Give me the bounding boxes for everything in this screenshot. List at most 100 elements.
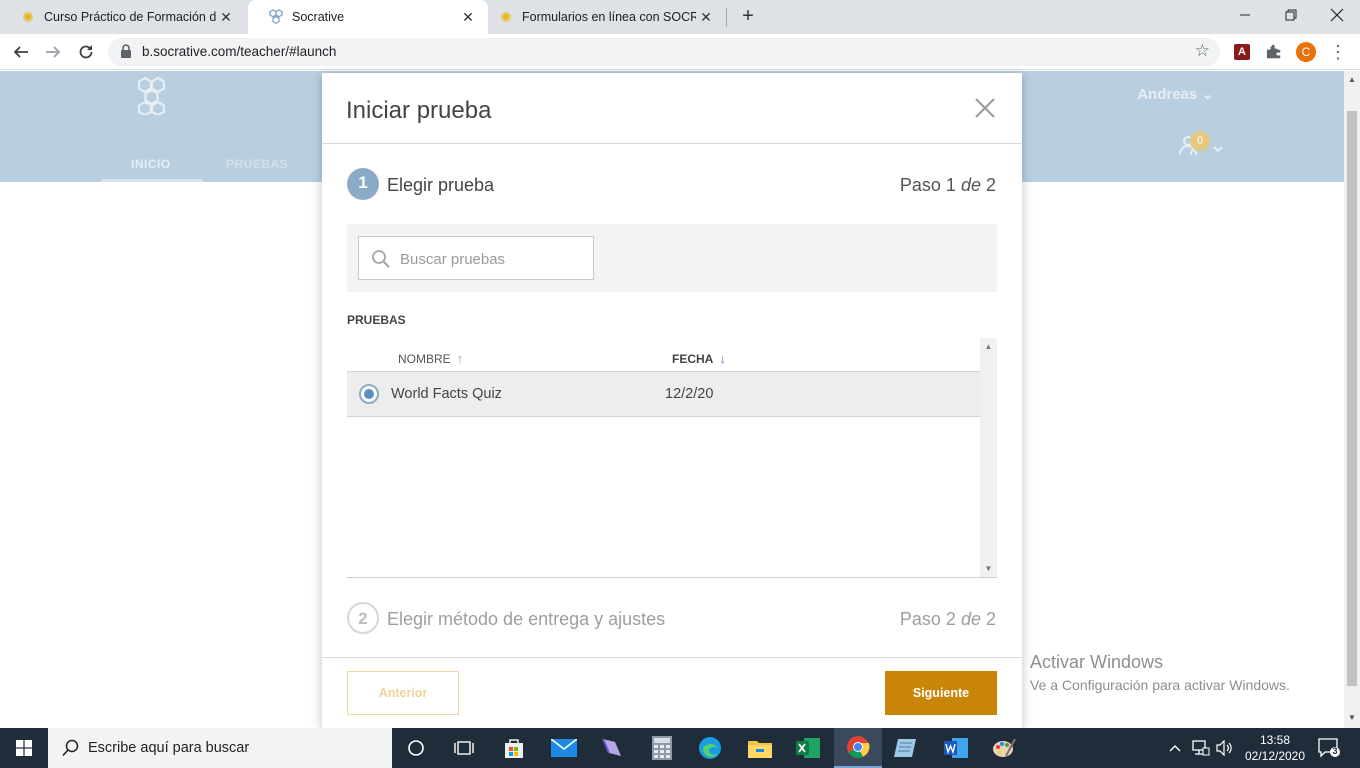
column-date-label: FECHA [672,351,714,366]
url-bar[interactable]: b.socrative.com/teacher/#launch ☆ [108,38,1220,66]
next-button[interactable]: Siguiente [885,671,997,715]
divider [322,143,1022,144]
scroll-up-icon[interactable]: ▲ [1344,75,1360,84]
minimize-button[interactable] [1222,0,1268,30]
step1-label: Elegir prueba [387,175,495,195]
close-tab-icon[interactable]: ✕ [698,9,714,25]
notes-app-icon[interactable] [882,728,930,768]
search-input[interactable] [400,247,580,271]
step2-label: Elegir método de entrega y ajustes [387,609,666,629]
user-menu[interactable]: Andreas ⌄ [1137,85,1214,103]
new-tab-button[interactable]: + [738,6,758,26]
address-bar: b.socrative.com/teacher/#launch ☆ A C ⋮ [0,34,1360,70]
launch-quiz-modal: Iniciar prueba 1 Elegir prueba Paso 1 de… [322,73,1022,728]
table-scrollbar[interactable]: ▲ ▼ [980,338,997,577]
calculator-icon[interactable] [638,728,686,768]
section-label: PRUEBAS [347,313,406,327]
browser-menu-icon[interactable]: ⋮ [1328,42,1348,62]
paint-icon[interactable] [980,728,1028,768]
sort-up-icon: ↑ [456,351,464,366]
column-name-label: NOMBRE [398,351,451,366]
tab-title: Socrative [292,10,345,24]
clock-date: 02/12/2020 [1244,749,1306,763]
close-tab-icon[interactable]: ✕ [460,9,476,25]
chevron-down-icon: ⌄ [1201,86,1214,103]
cortana-icon[interactable] [392,728,440,768]
forward-button[interactable] [42,41,64,63]
table-header: NOMBRE ↑ FECHA ↓ [347,338,980,372]
taskbar-search-text: Escribe aquí para buscar [88,740,250,756]
column-name-header[interactable]: NOMBRE ↑ [398,351,463,366]
taskbar-search[interactable]: Escribe aquí para buscar [48,728,392,768]
lock-icon [121,44,131,58]
browser-tab-socrative[interactable]: Socrative ✕ [248,0,488,34]
sun-favicon-icon: ✺ [22,8,34,25]
watermark-line2: Ve a Configuración para activar Windows. [1030,677,1290,693]
store-icon[interactable] [490,728,538,768]
url-text: b.socrative.com/teacher/#launch [142,44,337,59]
clock-time: 13:58 [1259,733,1291,747]
bookmark-star-icon[interactable]: ☆ [1195,41,1210,61]
watermark-line1: Activar Windows [1030,652,1164,672]
table-row[interactable]: World Facts Quiz 12/2/20 [347,372,980,417]
browser-tab-formularios[interactable]: ✺ Formularios en línea con SOCRATIVE ✕ [478,0,726,34]
windows-start-button[interactable] [0,728,48,768]
file-explorer-icon[interactable] [736,728,784,768]
word-icon[interactable] [932,728,980,768]
step1-count: Paso 1 de 2 [899,175,996,195]
restore-button[interactable] [1268,0,1314,30]
notification-count: 3 [1332,746,1338,756]
step2-count: Paso 2 de 2 [899,609,996,629]
quiz-table: NOMBRE ↑ FECHA ↓ World Facts Quiz 12/2/2… [347,338,997,578]
nav-tab-inicio[interactable]: INICIO [131,157,171,171]
browser-tab-curso[interactable]: ✺ Curso Práctico de Formación de Pr ✕ [0,0,246,34]
close-window-button[interactable] [1314,0,1360,30]
edge-icon[interactable] [686,728,734,768]
scroll-thumb[interactable] [1347,111,1357,686]
socrative-logo-icon [137,76,166,115]
windows-activation-watermark: Activar Windows Ve a Configuración para … [1030,652,1290,693]
close-icon[interactable] [972,95,998,121]
onenote-like-app-icon[interactable] [588,728,636,768]
tab-title: Curso Práctico de Formación de Pr [44,10,216,24]
browser-tab-bar: ✺ Curso Práctico de Formación de Pr ✕ So… [0,0,1360,34]
column-date-header[interactable]: FECHA ↓ [672,351,726,366]
scroll-down-icon[interactable]: ▼ [1344,713,1360,722]
scroll-down-icon[interactable]: ▼ [980,564,997,573]
chrome-icon[interactable] [834,728,882,768]
quiz-radio-selected[interactable] [359,384,379,404]
tab-separator [726,8,727,26]
scroll-up-icon[interactable]: ▲ [980,342,997,351]
profile-avatar[interactable]: C [1296,42,1316,62]
notification-center-icon[interactable]: 3 [1318,738,1342,758]
active-tab-underline [102,179,202,182]
divider [322,657,1022,658]
step1-number: 1 [347,168,379,200]
mail-icon[interactable] [540,728,588,768]
extensions-puzzle-icon[interactable] [1264,42,1284,62]
page-scrollbar[interactable]: ▲ ▼ [1344,71,1360,728]
search-area [347,224,997,292]
reload-button[interactable] [75,41,97,63]
task-view-icon[interactable] [440,728,488,768]
previous-button[interactable]: Anterior [347,671,459,715]
excel-icon[interactable] [784,728,832,768]
windows-taskbar: Escribe aquí para buscar 13:58 02/12/202… [0,728,1360,768]
taskbar-clock[interactable]: 13:58 02/12/2020 [1238,732,1312,764]
sun-favicon-icon: ✺ [500,8,512,25]
search-icon [372,250,390,268]
modal-title: Iniciar prueba [346,97,492,124]
close-tab-icon[interactable]: ✕ [218,9,234,25]
back-button[interactable] [10,41,32,63]
show-hidden-icons[interactable] [1168,728,1182,768]
nav-tab-pruebas[interactable]: PRUEBAS [226,157,288,171]
network-icon[interactable] [1192,728,1210,768]
acrobat-extension-icon[interactable]: A [1232,42,1252,62]
socrative-favicon-icon [268,9,284,25]
quiz-name: World Facts Quiz [391,386,502,402]
rooms-badge: 0 [1190,131,1210,151]
step2-number: 2 [347,602,379,634]
user-name: Andreas [1137,86,1198,103]
volume-icon[interactable] [1216,728,1234,768]
sort-down-icon: ↓ [719,351,726,366]
